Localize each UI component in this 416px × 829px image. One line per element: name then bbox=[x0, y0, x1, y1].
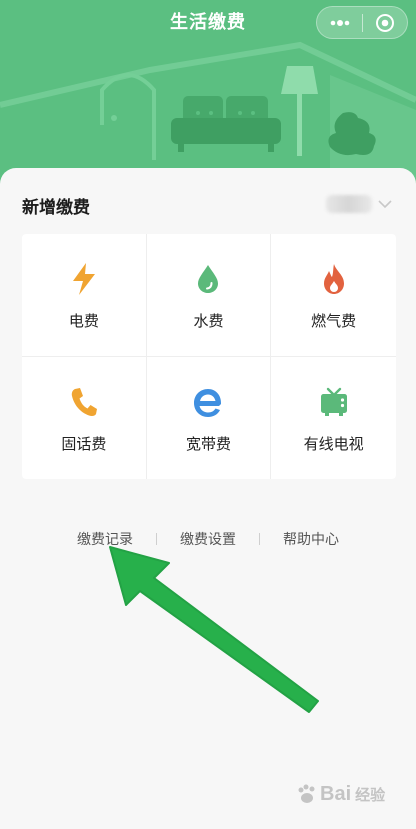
service-electricity[interactable]: 电费 bbox=[22, 234, 147, 357]
service-landline[interactable]: 固话费 bbox=[22, 356, 147, 479]
flame-icon bbox=[317, 262, 351, 296]
service-label: 宽带费 bbox=[185, 434, 231, 453]
service-label: 电费 bbox=[68, 312, 99, 330]
service-label: 固话费 bbox=[61, 434, 107, 453]
service-broadband[interactable]: 宽带费 bbox=[147, 356, 272, 479]
service-label: 有线电视 bbox=[303, 434, 364, 453]
broadband-e-icon bbox=[191, 385, 225, 419]
city-name-blurred bbox=[326, 195, 372, 213]
payment-settings-link[interactable]: 缴费设置 bbox=[157, 529, 259, 549]
mini-program-capsule bbox=[316, 6, 408, 39]
city-selector[interactable] bbox=[326, 193, 396, 215]
service-label: 水费 bbox=[193, 312, 224, 330]
footer-links: 缴费记录 缴费设置 帮助中心 bbox=[0, 528, 416, 550]
service-label: 燃气费 bbox=[311, 312, 357, 330]
tv-icon bbox=[317, 385, 351, 419]
target-close-icon[interactable] bbox=[363, 7, 407, 38]
service-grid: 电费 水费 燃气费 固话费 宽带费 有线电视 bbox=[22, 234, 396, 479]
service-gas[interactable]: 燃气费 bbox=[271, 234, 396, 357]
baidu-watermark: Bai 经验 bbox=[296, 776, 408, 812]
service-water[interactable]: 水费 bbox=[146, 234, 272, 357]
water-drop-icon bbox=[191, 262, 225, 296]
service-cable-tv[interactable]: 有线电视 bbox=[271, 357, 396, 480]
chevron-down-icon bbox=[378, 200, 392, 209]
more-dots-icon[interactable] bbox=[317, 7, 362, 38]
lightning-icon bbox=[67, 262, 101, 296]
payment-records-link[interactable]: 缴费记录 bbox=[54, 529, 156, 549]
paw-logo-icon bbox=[298, 784, 315, 803]
watermark-text: Bai bbox=[320, 782, 352, 805]
phone-icon bbox=[67, 385, 101, 419]
watermark-sub: 经验 bbox=[355, 785, 386, 804]
section-title: 新增缴费 bbox=[22, 198, 90, 218]
help-center-link[interactable]: 帮助中心 bbox=[260, 529, 362, 549]
